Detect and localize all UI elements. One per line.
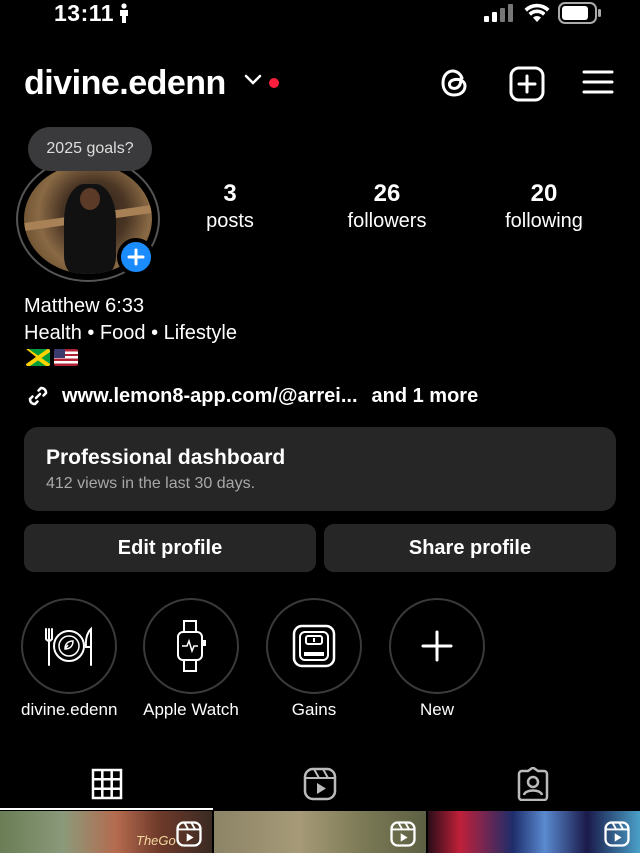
tagged-icon [517, 767, 548, 801]
highlight-label: divine.edenn [21, 700, 118, 719]
dashboard-title: Professional dashboard [46, 446, 286, 469]
active-tab-indicator [0, 808, 213, 810]
following-label: following [505, 210, 583, 232]
note-bubble[interactable]: 2025 goals? [28, 127, 152, 171]
bio-line: Health • Food • Lifestyle [24, 322, 237, 344]
followers-count: 26 [373, 180, 401, 207]
us-flag-icon [54, 349, 78, 366]
stat-following[interactable]: 20 following [490, 180, 598, 233]
post-thumbnail[interactable]: TheGo [0, 811, 212, 853]
plate-icon [45, 626, 92, 666]
posts-grid: TheGo [0, 811, 640, 853]
wifi-icon [524, 3, 550, 22]
threads-icon[interactable] [438, 66, 472, 100]
status-bar: 13:11 [0, 0, 640, 30]
jamaica-flag-icon [26, 349, 50, 366]
post-thumbnail[interactable] [214, 811, 426, 853]
stat-posts[interactable]: 3 posts [180, 180, 280, 233]
reels-icon [604, 821, 630, 847]
highlight-new[interactable]: New [389, 598, 485, 720]
tab-tagged[interactable] [426, 758, 639, 810]
profile-tabs [0, 758, 640, 810]
bio-link-url[interactable]: www.lemon8-app.com/@arrei... [62, 385, 358, 408]
chevron-down-icon[interactable] [244, 74, 262, 86]
person-icon [120, 3, 128, 23]
highlight-apple-watch[interactable]: Apple Watch [143, 598, 239, 720]
plus-icon [127, 248, 145, 266]
cellular-signal-icon [484, 4, 513, 22]
link-icon [28, 386, 48, 406]
status-time: 13:11 [54, 0, 115, 26]
highlight-cover [21, 598, 117, 694]
professional-dashboard[interactable]: Professional dashboard 412 views in the … [24, 427, 616, 511]
watch-icon [177, 620, 206, 672]
highlight-label: Apple Watch [143, 700, 239, 719]
add-story-button[interactable] [117, 238, 155, 276]
bio-link-more[interactable]: and 1 more [372, 385, 479, 408]
highlight-label: New [419, 700, 454, 719]
highlight-cover [389, 598, 485, 694]
post-thumbnail[interactable] [428, 811, 640, 853]
create-post-icon[interactable] [509, 66, 545, 102]
battery-icon [558, 2, 601, 24]
plus-icon [421, 630, 453, 662]
profile-header: divine.edenn [0, 60, 640, 108]
account-switcher[interactable]: divine.edenn [24, 64, 226, 103]
highlight-cover [143, 598, 239, 694]
notification-dot [269, 78, 279, 88]
edit-profile-button[interactable]: Edit profile [24, 524, 316, 572]
highlight-cover [266, 598, 362, 694]
tab-reels[interactable] [213, 758, 426, 810]
highlight-gains[interactable]: Gains [266, 598, 362, 720]
followers-label: followers [347, 210, 427, 232]
grid-icon [91, 768, 122, 800]
bio-link[interactable]: www.lemon8-app.com/@arrei... and 1 more [24, 382, 478, 410]
scale-icon [292, 624, 336, 668]
posts-label: posts [206, 210, 254, 232]
thumbnail-sign-text: TheGo [136, 833, 176, 848]
reels-icon [390, 821, 416, 847]
hamburger-menu-icon[interactable] [582, 68, 614, 96]
following-count: 20 [530, 180, 558, 207]
posts-count: 3 [223, 180, 237, 207]
reels-icon [176, 821, 202, 847]
stat-followers[interactable]: 26 followers [332, 180, 442, 233]
bio-flags [26, 349, 78, 366]
tab-grid[interactable] [0, 758, 213, 810]
highlight-label: Gains [291, 700, 337, 719]
bio: Matthew 6:33 Health • Food • Lifestyle [24, 293, 237, 347]
highlight-divine-edenn[interactable]: divine.edenn [21, 598, 117, 720]
share-profile-button[interactable]: Share profile [324, 524, 616, 572]
bio-line: Matthew 6:33 [24, 295, 145, 317]
dashboard-subtitle: 412 views in the last 30 days. [46, 475, 256, 492]
reels-icon [303, 767, 336, 801]
